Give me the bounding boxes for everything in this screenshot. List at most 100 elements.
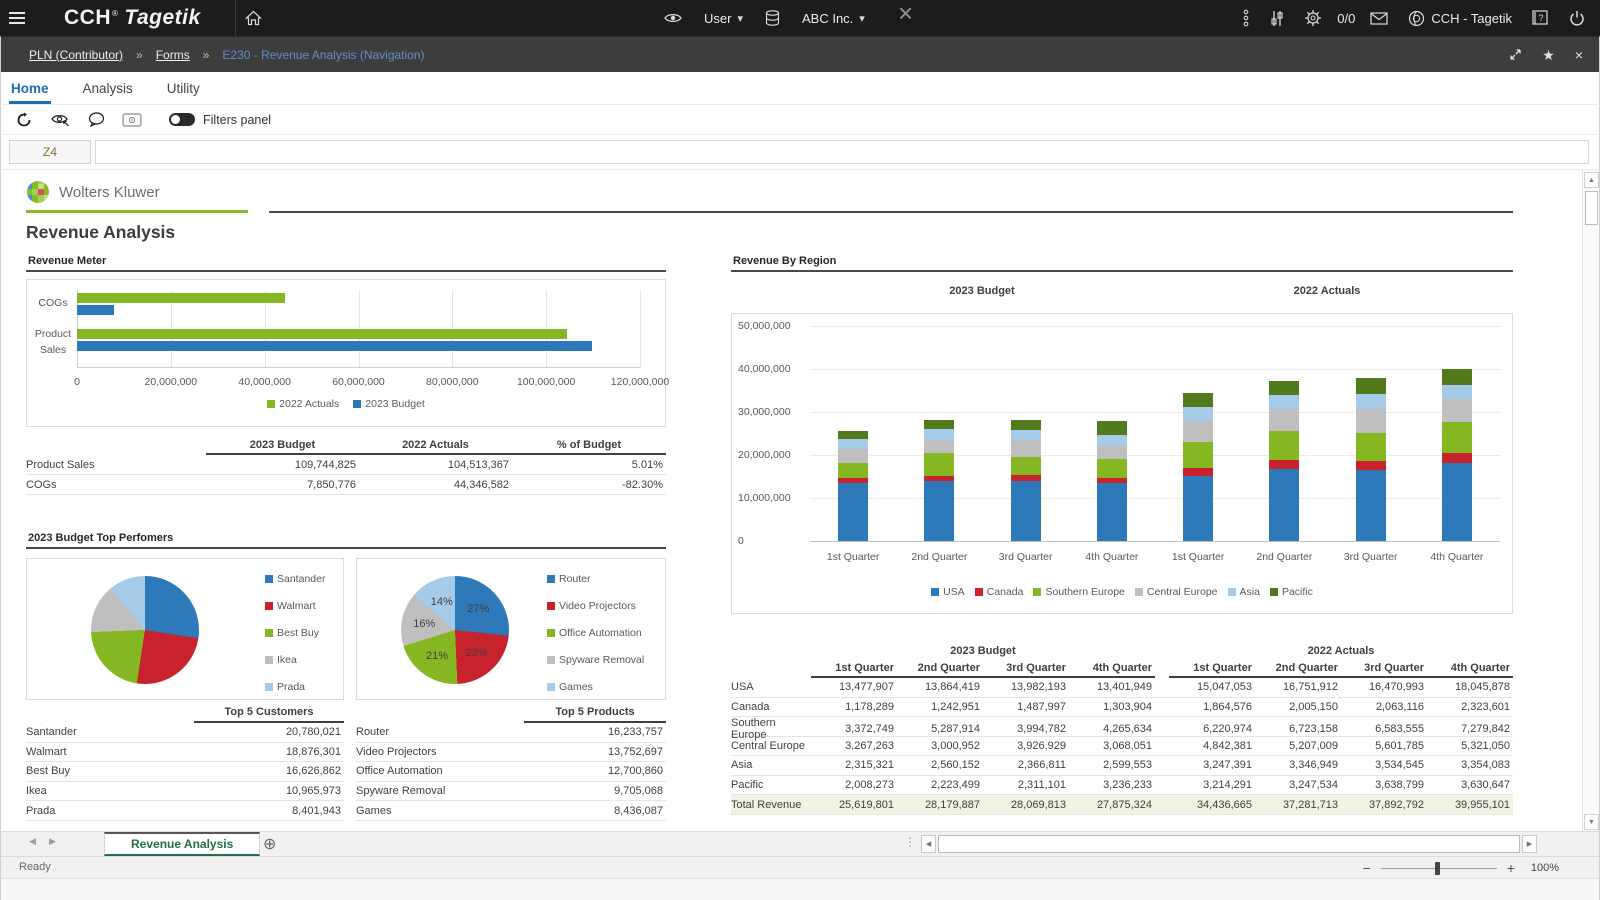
bar-2023-budget (77, 305, 114, 315)
legend-label: Central Europe (1147, 586, 1218, 598)
tab-analysis[interactable]: Analysis (81, 75, 135, 104)
refresh-button[interactable] (11, 108, 37, 132)
formula-input[interactable] (95, 140, 1589, 164)
visibility-button[interactable] (655, 0, 691, 36)
cell-value: 5,287,914 (897, 723, 983, 735)
close-form-button[interactable]: × (1575, 48, 1583, 62)
bar-segment-southern-europe (1011, 457, 1041, 474)
zoom-slider[interactable] (1381, 868, 1497, 869)
meter-legend: 2022 Actuals2023 Budget (27, 398, 665, 410)
vertical-scrollbar[interactable]: ▲ ▼ (1582, 170, 1599, 832)
cell-value: 44,346,582 (359, 479, 512, 491)
cell-value: 2,223,499 (897, 779, 983, 791)
tab-home[interactable]: Home (9, 75, 51, 104)
workflow-status-button[interactable] (1233, 0, 1259, 36)
legend-label: Southern Europe (1045, 586, 1124, 598)
cell-value: 20,780,021 (194, 726, 344, 738)
scroll-right-button[interactable]: ▶ (1522, 835, 1537, 853)
cell-value: 37,892,792 (1341, 799, 1427, 811)
scroll-up-button[interactable]: ▲ (1584, 172, 1599, 188)
table-row: Walmart18,876,301 (26, 743, 344, 763)
breadcrumb-link-forms[interactable]: Forms (156, 48, 190, 62)
brand-cch: CCH (64, 6, 111, 29)
zoom-in-button[interactable]: + (1507, 861, 1515, 875)
expand-icon (1509, 48, 1522, 61)
cell-value: 2,315,321 (811, 759, 897, 771)
vertical-scroll-thumb[interactable] (1585, 191, 1598, 225)
company-selector[interactable]: ABC Inc. ▾ (793, 0, 874, 36)
cell-value: 13,477,907 (811, 681, 897, 693)
favorite-button[interactable]: ★ (1542, 48, 1555, 62)
home-button[interactable] (236, 0, 271, 36)
horizontal-scroll-thumb[interactable] (938, 835, 1520, 853)
axis-tick-label: 40,000,000 (738, 363, 802, 375)
next-sheet-button[interactable]: ▶ (49, 836, 56, 847)
resize-button[interactable] (1509, 48, 1522, 63)
region-legend: USACanadaSouthern EuropeCentral EuropeAs… (732, 586, 1512, 598)
scroll-left-button[interactable]: ◀ (921, 835, 936, 853)
table-row: Prada8,401,943 (26, 801, 344, 821)
row-label: Santander (26, 726, 194, 738)
close-x-icon: × (898, 0, 913, 29)
bar-segment-canada (1183, 468, 1213, 476)
hamburger-menu-button[interactable] (0, 0, 34, 36)
tools-button[interactable] (1261, 0, 1293, 36)
bar-segment-central-europe (1356, 409, 1386, 433)
zoom-slider-handle[interactable] (1435, 862, 1440, 875)
category-label: 3rd Quarter (1344, 551, 1398, 563)
display-options-button[interactable] (119, 108, 145, 132)
bar-segment-pacific (838, 431, 868, 440)
cell-value: 25,619,801 (811, 799, 897, 811)
envelope-icon (1370, 12, 1388, 25)
prev-sheet-button[interactable]: ◀ (29, 836, 36, 847)
zoom-out-button[interactable]: − (1363, 861, 1371, 875)
row-label: Best Buy (26, 765, 194, 777)
axis-tick-label: 80,000,000 (426, 376, 479, 388)
processes-button[interactable] (1295, 0, 1331, 36)
tab-utility[interactable]: Utility (165, 75, 202, 104)
close-icon: × (1575, 47, 1583, 63)
legend-swatch-icon (267, 400, 275, 408)
brand-green-rule (26, 210, 248, 213)
column-header: Top 5 Products (524, 703, 666, 723)
bar-segment-central-europe (1269, 409, 1299, 431)
cell-reference-box[interactable]: Z4 (9, 140, 91, 164)
stacked-bar (1011, 420, 1041, 541)
refresh-icon (16, 112, 32, 128)
bar-segment-central-europe (1442, 399, 1472, 422)
row-label: Prada (26, 805, 194, 817)
header-rule (269, 211, 1513, 213)
sheet-tab-revenue-analysis[interactable]: Revenue Analysis (104, 832, 260, 856)
cell-value: 1,487,997 (983, 701, 1069, 713)
filters-panel-toggle[interactable]: Filters panel (169, 113, 271, 127)
scroll-down-button[interactable]: ▼ (1584, 814, 1599, 830)
legend-swatch-icon (547, 575, 555, 583)
bar-segment-usa (1442, 463, 1472, 541)
ribbon-tabs: Home Analysis Utility (0, 72, 1600, 105)
legend-label: Ikea (277, 654, 297, 666)
legend-swatch-icon (353, 400, 361, 408)
database-button[interactable]: × (756, 0, 789, 36)
add-sheet-button[interactable]: ⊕ (263, 834, 276, 854)
axis-tick-label: 0 (738, 535, 802, 547)
bar-2022-actuals (77, 329, 567, 339)
environment-selector[interactable]: CCH - Tagetik (1399, 0, 1521, 36)
gridline (810, 326, 1500, 327)
messages-button[interactable] (1361, 0, 1397, 36)
user-selector[interactable]: User ▾ (695, 0, 752, 36)
comments-button[interactable] (83, 108, 109, 132)
design-mode-button[interactable] (47, 108, 73, 132)
cell-value: 3,247,534 (1255, 779, 1341, 791)
products-pie: 27%23%21%16%14% (401, 576, 509, 684)
logout-button[interactable] (1560, 0, 1594, 36)
tab-scroll-splitter[interactable]: ⋮ (904, 835, 914, 849)
spacer-cell (1155, 645, 1169, 661)
legend-swatch-icon (265, 629, 273, 637)
axis-tick-label: 30,000,000 (738, 406, 802, 418)
cell-value: 3,630,647 (1427, 779, 1513, 791)
table-row: COGs7,850,77644,346,582-82.30% (26, 475, 666, 495)
legend-item: 2023 Budget (353, 398, 425, 410)
help-button[interactable]: ? (1523, 0, 1558, 36)
breadcrumb-link-pln[interactable]: PLN (Contributor) (29, 48, 123, 62)
legend-label: Spyware Removal (559, 654, 644, 666)
